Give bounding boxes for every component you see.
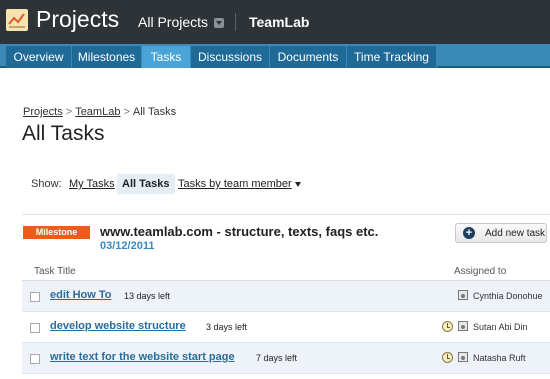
page-title: All Tasks [22,122,105,145]
add-new-task-button[interactable]: + Add new task [455,223,547,243]
chevron-down-icon [294,181,301,187]
plus-circle-icon: + [463,227,475,239]
tab-milestones[interactable]: Milestones [72,46,142,68]
filter-by-team-member-label: Tasks by team member [178,178,292,190]
column-header-assigned-to: Assigned to [454,266,507,277]
task-due: 3 days left [206,322,248,332]
tab-bar: Overview Milestones Tasks Discussions Do… [0,44,550,68]
divider [22,214,550,215]
task-title-link[interactable]: write text for the website start page [50,351,235,363]
task-checkbox[interactable] [30,354,40,364]
task-due: 7 days left [256,353,298,363]
tab-overview[interactable]: Overview [6,46,72,68]
show-label: Show: [31,178,62,190]
add-new-task-label: Add new task [485,228,546,239]
table-row: write text for the website start page 7 … [22,343,550,374]
divider [235,13,236,31]
column-header-task-title: Task Title [34,266,76,277]
task-title-link[interactable]: edit How To [50,289,112,301]
breadcrumb-teamlab[interactable]: TeamLab [75,106,120,118]
clock-icon[interactable] [442,352,453,363]
task-assignee[interactable]: Sutan Abi Din [473,322,528,332]
projects-logo-icon[interactable] [6,9,28,31]
task-assignee[interactable]: Natasha Ruft [473,353,526,363]
task-checkbox[interactable] [30,292,40,302]
milestone-date: 03/12/2011 [100,240,155,252]
breadcrumb-projects[interactable]: Projects [23,106,63,118]
top-bar: Projects All Projects TeamLab [0,0,550,44]
tab-documents[interactable]: Documents [270,46,347,68]
milestone-badge: Milestone [23,226,90,239]
table-row: edit How To 13 days left Cynthia Donohue [22,281,550,312]
task-due: 13 days left [124,291,171,301]
user-icon [458,352,468,362]
tab-time-tracking[interactable]: Time Tracking [347,46,437,68]
breadcrumb-current: All Tasks [132,106,177,118]
filter-all-tasks[interactable]: All Tasks [117,174,175,194]
tab-discussions[interactable]: Discussions [191,46,270,68]
milestone-title: www.teamlab.com - structure, texts, faqs… [100,224,379,239]
app-title: Projects [36,6,120,32]
chevron-down-icon[interactable] [213,18,224,29]
project-switcher[interactable]: All Projects [138,14,224,30]
task-title-link[interactable]: develop website structure [50,320,186,332]
user-icon [458,321,468,331]
user-icon [458,290,468,300]
filter-my-tasks[interactable]: My Tasks [64,174,120,194]
project-switcher-label: All Projects [138,14,209,30]
breadcrumb: Projects > TeamLab > All Tasks [23,106,176,118]
task-checkbox[interactable] [30,323,40,333]
clock-icon[interactable] [442,321,453,332]
main-content: Projects > TeamLab > All Tasks All Tasks Sho… [0,70,550,379]
filter-by-team-member[interactable]: Tasks by team member [173,174,306,194]
breadcrumb-separator: > [65,106,73,118]
table-row: develop website structure 3 days left Su… [22,312,550,343]
portal-name[interactable]: TeamLab [249,14,309,30]
breadcrumb-separator: > [123,106,130,118]
task-assignee[interactable]: Cynthia Donohue [473,291,543,301]
tab-tasks[interactable]: Tasks [142,46,191,68]
